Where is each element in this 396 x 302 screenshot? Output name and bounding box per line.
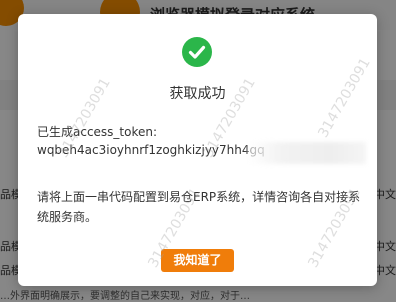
dialog-title: 获取成功 bbox=[169, 86, 226, 102]
success-dialog: 获取成功 已生成access_token: wqbeh4ac3ioyhnrf1z… bbox=[18, 14, 377, 286]
dialog-description: 请将上面一串代码配置到易仓ERP系统，详情咨询各自对接系统服务商。 bbox=[37, 190, 361, 224]
check-circle-icon bbox=[182, 37, 212, 67]
token-label: 已生成access_token: bbox=[37, 125, 158, 139]
ok-button[interactable]: 我知道了 bbox=[161, 249, 234, 272]
token-redaction-blur bbox=[248, 142, 366, 164]
